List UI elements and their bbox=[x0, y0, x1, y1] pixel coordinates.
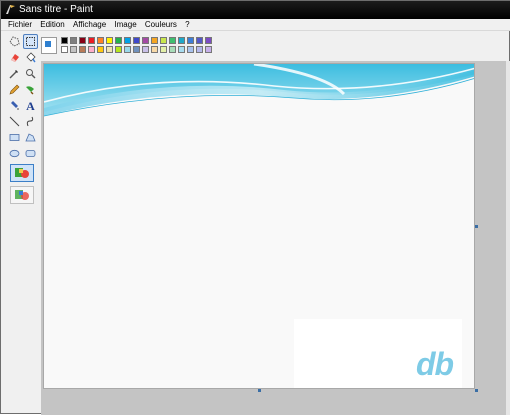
color-palette bbox=[41, 37, 221, 59]
line-icon bbox=[9, 116, 20, 127]
text-icon: A bbox=[26, 98, 35, 113]
ellipse-icon bbox=[9, 149, 20, 158]
drawing-canvas[interactable]: db bbox=[43, 63, 475, 389]
color-swatch[interactable] bbox=[133, 37, 140, 44]
menu-bar: Fichier Edition Affichage Image Couleurs… bbox=[1, 19, 510, 31]
transparency-option-transparent[interactable] bbox=[10, 186, 34, 204]
rect-select-tool[interactable] bbox=[23, 34, 38, 49]
curve-icon bbox=[26, 116, 34, 127]
window-title: Sans titre - Paint bbox=[19, 4, 93, 15]
color-swatch[interactable] bbox=[88, 46, 95, 53]
eraser-tool[interactable] bbox=[7, 50, 22, 65]
polygon-tool[interactable] bbox=[23, 130, 38, 145]
color-swatch[interactable] bbox=[178, 46, 185, 53]
resize-handle-right[interactable] bbox=[475, 225, 478, 228]
foreground-color bbox=[44, 40, 52, 48]
resize-handle-corner[interactable] bbox=[475, 389, 478, 392]
free-select-icon bbox=[9, 36, 20, 47]
color-swatch[interactable] bbox=[61, 46, 68, 53]
color-swatch[interactable] bbox=[142, 37, 149, 44]
color-swatch[interactable] bbox=[61, 37, 68, 44]
menu-help[interactable]: ? bbox=[182, 19, 192, 31]
magnifier-icon bbox=[26, 69, 36, 79]
color-swatch[interactable] bbox=[160, 46, 167, 53]
color-swatch[interactable] bbox=[151, 37, 158, 44]
pencil-tool[interactable] bbox=[7, 82, 22, 97]
shapes-opaque-icon bbox=[15, 168, 29, 178]
color-swatch[interactable] bbox=[97, 46, 104, 53]
menu-fichier[interactable]: Fichier bbox=[1, 19, 35, 31]
color-swatch[interactable] bbox=[196, 37, 203, 44]
db-logo: db bbox=[416, 346, 454, 382]
color-swatch[interactable] bbox=[88, 37, 95, 44]
color-swatch[interactable] bbox=[160, 37, 167, 44]
color-swatch[interactable] bbox=[187, 46, 194, 53]
color-swatch[interactable] bbox=[169, 46, 176, 53]
color-swatch[interactable] bbox=[79, 46, 86, 53]
fill-bucket-tool[interactable] bbox=[23, 50, 38, 65]
free-select-tool[interactable] bbox=[7, 34, 22, 49]
eraser-icon bbox=[11, 54, 19, 62]
rounded-rect-tool[interactable] bbox=[23, 146, 38, 161]
airbrush-icon bbox=[11, 101, 19, 110]
rect-select-icon bbox=[26, 37, 35, 46]
pencil-icon bbox=[9, 84, 20, 95]
color-swatch[interactable] bbox=[196, 46, 203, 53]
wave-header-graphic bbox=[44, 64, 474, 117]
color-swatch[interactable] bbox=[106, 37, 113, 44]
rectangle-tool[interactable] bbox=[7, 130, 22, 145]
paint-app-icon bbox=[6, 5, 15, 14]
curve-tool[interactable] bbox=[23, 114, 38, 129]
color-swatch[interactable] bbox=[106, 46, 113, 53]
color-picker-icon bbox=[9, 70, 18, 79]
color-swatch[interactable] bbox=[97, 37, 104, 44]
menu-affichage[interactable]: Affichage bbox=[70, 19, 109, 31]
drawing-workspace: db bbox=[41, 61, 510, 415]
shapes-transparent-icon bbox=[15, 190, 29, 200]
color-swatch[interactable] bbox=[70, 37, 77, 44]
resize-handle-bottom[interactable] bbox=[258, 389, 261, 392]
menu-image[interactable]: Image bbox=[111, 19, 139, 31]
color-swatch[interactable] bbox=[142, 46, 149, 53]
rectangle-icon bbox=[9, 134, 20, 141]
paint-window: Sans titre - Paint Fichier Edition Affic… bbox=[0, 0, 510, 415]
fill-bucket-icon bbox=[26, 52, 36, 63]
color-swatch[interactable] bbox=[115, 46, 122, 53]
color-swatch[interactable] bbox=[151, 46, 158, 53]
current-colors[interactable] bbox=[41, 37, 57, 54]
magnifier-tool[interactable] bbox=[23, 66, 38, 81]
text-tool[interactable]: A bbox=[23, 98, 38, 113]
color-swatch[interactable] bbox=[124, 46, 131, 53]
rounded-rect-icon bbox=[25, 150, 36, 157]
brush-tool[interactable] bbox=[23, 82, 38, 97]
menu-edition[interactable]: Edition bbox=[37, 19, 67, 31]
airbrush-tool[interactable] bbox=[7, 98, 22, 113]
color-swatch[interactable] bbox=[115, 37, 122, 44]
color-swatch[interactable] bbox=[178, 37, 185, 44]
vertical-scrollbar[interactable] bbox=[506, 61, 510, 415]
color-swatch[interactable] bbox=[124, 37, 131, 44]
color-swatch[interactable] bbox=[169, 37, 176, 44]
color-swatch[interactable] bbox=[79, 37, 86, 44]
color-picker-tool[interactable] bbox=[7, 66, 22, 81]
brush-icon bbox=[26, 86, 34, 95]
color-swatch[interactable] bbox=[205, 46, 212, 53]
color-swatch[interactable] bbox=[187, 37, 194, 44]
color-swatch[interactable] bbox=[70, 46, 77, 53]
polygon-icon bbox=[25, 133, 36, 142]
line-tool[interactable] bbox=[7, 114, 22, 129]
tool-box: A bbox=[5, 34, 39, 214]
ellipse-tool[interactable] bbox=[7, 146, 22, 161]
title-bar: Sans titre - Paint bbox=[1, 1, 510, 19]
color-swatch[interactable] bbox=[205, 37, 212, 44]
transparency-option-opaque[interactable] bbox=[10, 164, 34, 182]
menu-couleurs[interactable]: Couleurs bbox=[142, 19, 180, 31]
color-swatch[interactable] bbox=[133, 46, 140, 53]
